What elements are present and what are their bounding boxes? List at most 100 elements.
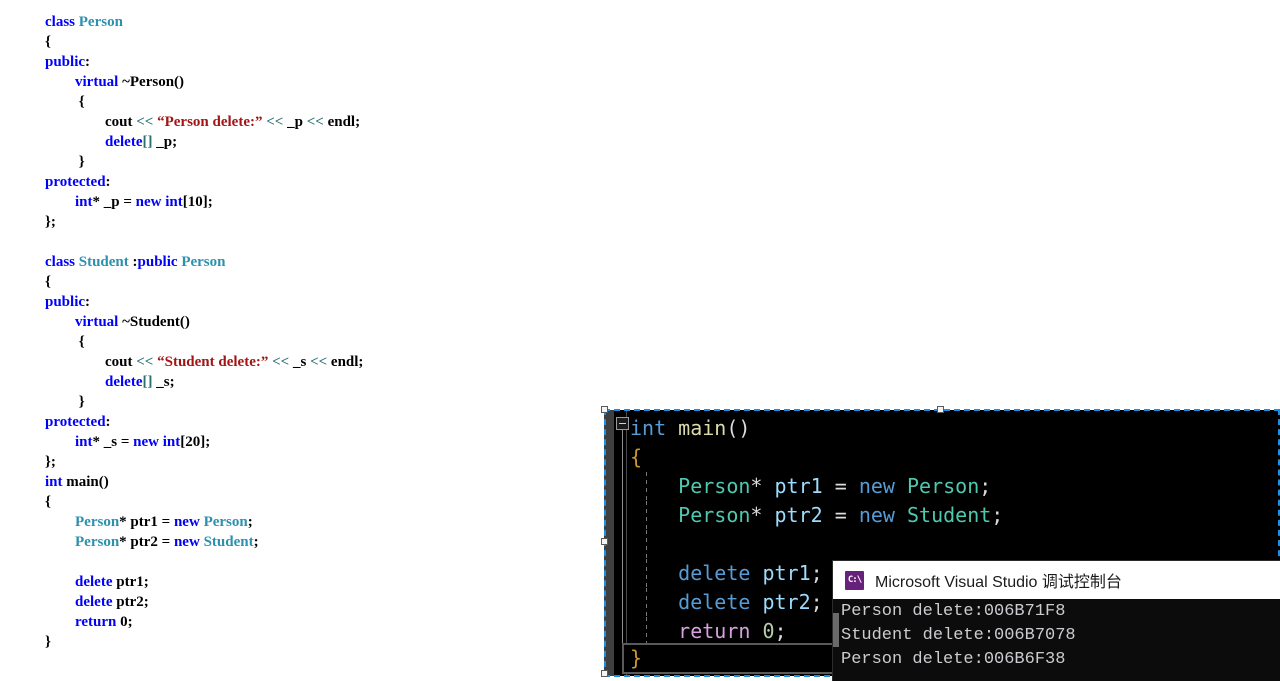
code-line: Person* ptr2 = new Student; [45, 532, 600, 552]
code-token: ; [979, 474, 992, 498]
code-line: { [45, 272, 600, 292]
code-token: return [678, 619, 751, 643]
code-token: main() [62, 474, 109, 490]
console-output-area: Person delete:006B71F8 Student delete:006… [833, 599, 1280, 681]
code-token: new [133, 434, 163, 450]
code-line: public: [45, 52, 600, 72]
code-token: ptr1 [774, 474, 823, 498]
code-token: * [119, 534, 127, 550]
code-line: delete ptr1; [45, 572, 600, 592]
code-token: [20]; [180, 434, 211, 450]
code-line: delete[] _s; [45, 372, 600, 392]
code-token: Person [203, 514, 248, 530]
code-token: new [858, 474, 895, 498]
code-token: { [45, 494, 51, 510]
debug-console-window[interactable]: C:\ Microsoft Visual Studio 调试控制台 Person… [833, 561, 1280, 681]
code-token: ; [810, 590, 823, 614]
indent-guide [646, 559, 647, 588]
console-scrollbar-thumb[interactable] [833, 613, 839, 647]
code-token: 0 [762, 619, 775, 643]
code-token: [] [142, 134, 153, 150]
code-token: new [173, 534, 204, 550]
code-token: _p; [152, 134, 178, 150]
code-line: } [45, 632, 600, 652]
code-line: } [45, 152, 600, 172]
console-scrollbar[interactable] [833, 599, 839, 681]
code-line: virtual ~Student() [45, 312, 600, 332]
code-token: Person [678, 474, 751, 498]
code-token: = [834, 503, 847, 527]
code-token: ; [991, 503, 1004, 527]
console-titlebar[interactable]: C:\ Microsoft Visual Studio 调试控制台 [833, 561, 1280, 599]
code-line: cout << “Person delete:” << _p << endl; [45, 112, 600, 132]
code-token: cout [45, 354, 137, 370]
code-line: public: [45, 292, 600, 312]
console-app-icon: C:\ [845, 570, 864, 590]
code-token: Student [78, 254, 129, 270]
code-token: } [45, 394, 85, 410]
code-token: { [45, 34, 51, 50]
code-token: delete [678, 590, 751, 614]
code-token: [10]; [182, 194, 213, 210]
code-token: Person [75, 534, 120, 550]
code-token: { [45, 274, 51, 290]
code-token: ; [247, 514, 253, 530]
console-window-title: Microsoft Visual Studio 调试控制台 [875, 574, 1122, 591]
code-token: delete [105, 134, 143, 150]
code-token: ~Student() [118, 314, 190, 330]
code-line: } [45, 392, 600, 412]
code-token: ptr2 = [126, 534, 174, 550]
code-token: << [306, 114, 324, 130]
code-token: Student [907, 503, 992, 527]
code-token: “Person delete:” [153, 114, 263, 130]
code-token: return [75, 614, 117, 630]
code-line: int* _s = new int[20]; [45, 432, 600, 452]
code-token: “Student delete:” [153, 354, 269, 370]
console-output-line: Student delete:006B7078 [841, 626, 1076, 645]
source-code-pane[interactable]: class Person {public: virtual ~Person() {… [0, 0, 600, 681]
code-line: protected: [45, 172, 600, 192]
code-token: ; [810, 561, 823, 585]
code-token: { [45, 334, 85, 350]
code-line: int main() [626, 414, 1280, 443]
code-line: return 0; [45, 612, 600, 632]
code-line: Person* ptr1 = new Person; [45, 512, 600, 532]
code-token: 0; [116, 614, 133, 630]
code-line: delete ptr2; [45, 592, 600, 612]
code-token: ptr2; [112, 594, 149, 610]
code-line: }; [45, 212, 600, 232]
code-token: _p = [100, 194, 136, 210]
code-token: { [630, 445, 643, 469]
code-token: int [75, 434, 93, 450]
editor-gutter [604, 410, 614, 676]
code-token: Person [181, 254, 226, 270]
code-token: * [92, 434, 101, 450]
code-token: new [858, 503, 895, 527]
code-token: virtual [75, 74, 119, 90]
console-output-line: Person delete:006B71F8 [841, 602, 1066, 621]
code-token: public [45, 54, 86, 70]
code-line: class Person [45, 12, 600, 32]
code-token: * [92, 194, 101, 210]
code-token: } [45, 634, 51, 650]
code-token: [] [142, 374, 153, 390]
code-token: << [268, 354, 290, 370]
code-token: () [726, 416, 751, 440]
code-token: Person [78, 14, 123, 30]
